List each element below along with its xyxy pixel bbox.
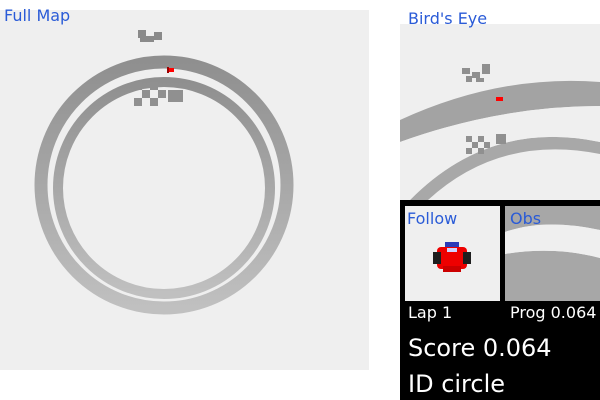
outer-track-ring	[34, 55, 294, 315]
birds-eye-label: Bird's Eye	[408, 9, 488, 28]
start-gate-marker	[138, 30, 162, 42]
birds-eye-car-icon	[496, 97, 503, 101]
red-race-car-icon	[433, 242, 471, 272]
lap-counter: Lap 1	[408, 303, 453, 322]
score-readout: Score 0.064	[408, 334, 552, 362]
full-map-label: Full Map	[4, 6, 71, 25]
birds-eye-view	[400, 24, 600, 200]
follow-label: Follow	[407, 209, 458, 228]
obs-label: Obs	[510, 209, 542, 228]
track-id-readout: ID circle	[408, 370, 506, 398]
birds-eye-start-marker	[462, 64, 490, 82]
inner-track-ring	[53, 77, 275, 299]
full-map-view	[0, 10, 369, 370]
birds-eye-canvas	[400, 64, 600, 200]
progress-readout: Prog 0.064	[510, 303, 597, 322]
full-map-canvas	[34, 30, 294, 315]
